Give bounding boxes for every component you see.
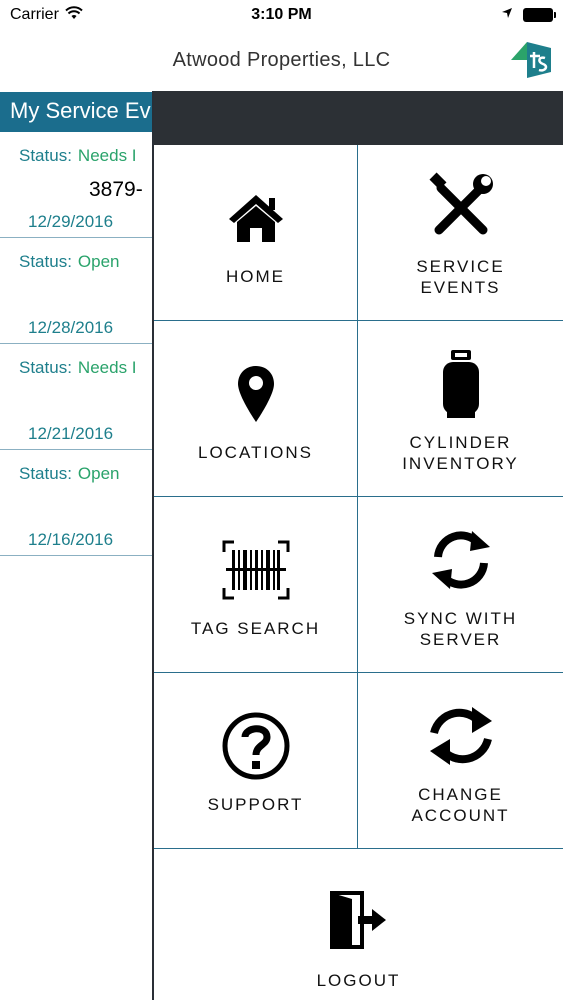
location-arrow-icon [501, 6, 513, 24]
event-date: 12/21/2016 [28, 424, 114, 443]
logout-icon [324, 885, 394, 955]
menu-item-label: SERVICE EVENTS [416, 256, 505, 297]
menu-item-home[interactable]: HOME [154, 145, 358, 321]
logout-button[interactable]: LOGOUT [154, 849, 563, 999]
battery-icon [523, 8, 556, 22]
status-text: Status: Open [19, 252, 120, 271]
status-bar: Carrier 3:10 PM [0, 0, 563, 30]
menu-item-label: TAG SEARCH [190, 619, 321, 638]
question-circle-icon [216, 706, 296, 786]
company-logo[interactable] [507, 40, 555, 80]
sync-icon [421, 520, 501, 600]
gas-cylinder-icon [421, 344, 501, 424]
event-date: 12/28/2016 [28, 318, 114, 337]
wifi-icon [65, 5, 83, 25]
tools-icon [421, 168, 501, 248]
status-text: Status: Needs I [19, 146, 137, 165]
logout-label: LOGOUT [316, 971, 401, 990]
barcode-scan-icon [216, 530, 296, 610]
home-icon [216, 178, 296, 258]
menu-item-cylinder-inventory[interactable]: CYLINDER INVENTORY [358, 321, 563, 497]
page-title: Atwood Properties, LLC [172, 48, 391, 71]
menu-item-label: CYLINDER INVENTORY [402, 432, 519, 473]
status-text: Status: Open [19, 464, 120, 483]
menu-item-label: CHANGE ACCOUNT [411, 784, 510, 825]
menu-item-sync[interactable]: SYNC WITH SERVER [358, 497, 563, 673]
menu-item-label: HOME [226, 267, 285, 286]
map-pin-icon [216, 354, 296, 434]
nav-bar: Atwood Properties, LLC [0, 30, 563, 90]
menu-header-bar [154, 91, 563, 145]
status-text: Status: Needs I [19, 358, 137, 377]
menu-item-tag-search[interactable]: TAG SEARCH [154, 497, 358, 673]
clock: 3:10 PM [251, 6, 312, 23]
menu-item-label: SUPPORT [207, 795, 304, 814]
menu-item-service-events[interactable]: SERVICE EVENTS [358, 145, 563, 321]
carrier-label: Carrier [10, 6, 59, 23]
event-number: 3879- [89, 178, 143, 201]
menu-item-label: SYNC WITH SERVER [403, 608, 518, 649]
menu-grid: HOME SERVICE EVENTS LOCATIONS CYLINDER I… [154, 145, 563, 849]
menu-item-change-account[interactable]: CHANGE ACCOUNT [358, 673, 563, 849]
menu-item-support[interactable]: SUPPORT [154, 673, 358, 849]
menu-item-locations[interactable]: LOCATIONS [154, 321, 358, 497]
switch-account-icon [421, 696, 501, 776]
event-date: 12/16/2016 [28, 530, 114, 549]
event-date: 12/29/2016 [28, 212, 114, 231]
side-menu: HOME SERVICE EVENTS LOCATIONS CYLINDER I… [152, 91, 563, 1000]
menu-item-label: LOCATIONS [198, 443, 313, 462]
